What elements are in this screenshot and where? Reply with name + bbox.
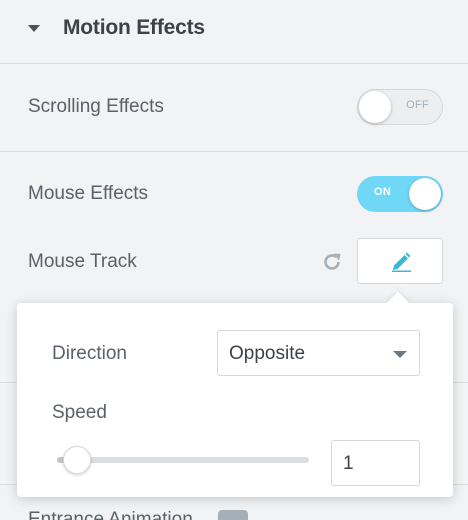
divider — [0, 151, 468, 152]
direction-value: Opposite — [229, 343, 306, 364]
entrance-animation-label: Entrance Animation — [28, 509, 193, 520]
mouse-track-popover: Direction Opposite Speed 1 — [17, 303, 453, 497]
direction-label: Direction — [52, 343, 127, 364]
responsive-icon — [218, 510, 248, 520]
reset-icon[interactable] — [321, 251, 343, 273]
scrolling-effects-switch[interactable]: OFF — [357, 89, 443, 125]
speed-value: 1 — [343, 453, 354, 474]
caret-down-icon — [28, 25, 40, 32]
motion-effects-header[interactable]: Motion Effects — [0, 0, 468, 64]
mouse-effects-switch[interactable]: ON — [357, 176, 443, 212]
switch-off-text: OFF — [406, 99, 429, 111]
scrolling-effects-label: Scrolling Effects — [28, 96, 164, 117]
speed-slider[interactable] — [57, 446, 309, 474]
slider-handle[interactable] — [63, 446, 91, 474]
switch-on-text: ON — [374, 186, 392, 198]
mouse-effects-label: Mouse Effects — [28, 183, 149, 204]
section-title: Motion Effects — [63, 16, 205, 39]
chevron-down-icon — [393, 351, 407, 358]
pencil-icon — [392, 252, 411, 272]
speed-label: Speed — [52, 402, 107, 423]
switch-knob — [409, 178, 441, 210]
speed-input[interactable]: 1 — [331, 440, 420, 486]
mouse-track-edit-button[interactable] — [357, 238, 443, 284]
direction-select[interactable]: Opposite — [217, 330, 420, 376]
switch-knob — [359, 91, 391, 123]
mouse-track-label: Mouse Track — [28, 251, 137, 272]
